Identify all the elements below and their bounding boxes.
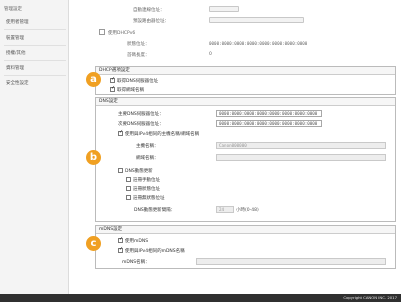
sidebar-divider — [4, 60, 66, 61]
register-manual-checkbox[interactable] — [126, 176, 131, 182]
sidebar-divider — [4, 75, 66, 76]
domain-name-label: 網域名稱： — [136, 156, 159, 161]
use-dhcpv6-checkbox[interactable] — [99, 29, 105, 35]
primary-dns-input[interactable]: 0000:0000:0000:0000:0000:0000:0000:0000 — [216, 110, 322, 117]
mdns-name-label: mDNS名稱： — [122, 260, 150, 265]
mdns-settings-panel: mDNS設定 使用mDNS 使用與IPv4相同的mDNS名稱 mDNS名稱： — [95, 225, 396, 269]
dynamic-update-label: DNS動態更新 — [125, 169, 153, 174]
get-dns-server-checkbox[interactable] — [110, 76, 115, 83]
callout-c-badge: c — [86, 236, 101, 251]
stateful-address-value: 0000:0000:0000:0000:0000:0000:0000:0000 — [209, 41, 308, 46]
dhcp-options-panel: DHCP選項設定 取得DNS伺服器位址 取得網域名稱 — [95, 66, 396, 95]
same-mdns-name-label: 使用與IPv4相同的mDNS名稱 — [125, 249, 185, 254]
update-interval-input[interactable]: 24 — [216, 206, 234, 213]
prefix-length-label: 首碼長度： — [127, 53, 150, 58]
same-as-ipv4-label: 使用與IPv4相同的主機名稱/網域名稱 — [125, 132, 200, 137]
stateful-address-label: 狀態位址： — [127, 42, 150, 47]
secondary-dns-input[interactable]: 0000:0000:0000:0000:0000:0000:0000:0000 — [216, 120, 322, 127]
sidebar-item-device-management[interactable]: 裝置管理 — [6, 35, 66, 41]
register-manual-label: 註冊手動位址 — [133, 178, 160, 183]
sidebar-item-security-settings[interactable]: 安全性設定 — [6, 80, 66, 86]
ipv6-settings-area: 自動連線位址： 預設路由器位址： 使用DHCPv6 狀態位址： 0000:000… — [69, 0, 401, 66]
sidebar-divider — [4, 45, 66, 46]
callout-b-badge: b — [86, 150, 101, 165]
get-domain-name-checkbox[interactable] — [110, 85, 115, 92]
secondary-dns-label: 次要DNS伺服器位址： — [118, 122, 164, 127]
default-router-field — [209, 17, 304, 23]
primary-dns-label: 主要DNS伺服器位址： — [118, 112, 164, 117]
domain-name-input[interactable] — [216, 154, 386, 161]
auto-address-field — [209, 6, 239, 12]
sidebar-item-user-management[interactable]: 使用者管理 — [6, 19, 66, 25]
get-dns-server-option[interactable]: 取得DNS伺服器位址 — [110, 76, 159, 85]
copyright-text: Copyright CANON INC. 2017 — [343, 295, 397, 300]
mdns-settings-title: mDNS設定 — [96, 226, 395, 234]
callout-a-badge: a — [86, 72, 101, 87]
same-as-ipv4-option[interactable]: 使用與IPv4相同的主機名稱/網域名稱 — [118, 129, 200, 138]
dhcp-options-title: DHCP選項設定 — [96, 67, 395, 75]
auto-address-label: 自動連線位址： — [133, 8, 165, 13]
register-stateful-option[interactable]: 註冊狀態位址 — [126, 185, 160, 193]
get-dns-server-label: 取得DNS伺服器位址 — [117, 79, 159, 84]
host-name-input[interactable]: Canon000000 — [216, 142, 386, 149]
register-stateless-checkbox[interactable] — [126, 194, 131, 200]
register-manual-option[interactable]: 註冊手動位址 — [126, 176, 160, 184]
update-interval-unit: 小時(0-48) — [236, 208, 259, 213]
dns-settings-title: DNS設定 — [96, 98, 395, 106]
update-interval-label: DNS動態更新間隔： — [134, 208, 176, 213]
use-mdns-checkbox[interactable] — [118, 236, 123, 243]
sidebar-divider — [4, 29, 66, 30]
sidebar-title: 管理設定 — [4, 7, 22, 12]
prefix-length-value: 0 — [209, 52, 212, 57]
dynamic-update-checkbox[interactable] — [118, 167, 123, 173]
register-stateless-label: 註冊無狀態位址 — [133, 196, 165, 201]
use-mdns-option[interactable]: 使用mDNS — [118, 236, 149, 245]
use-mdns-label: 使用mDNS — [125, 239, 149, 244]
register-stateless-option[interactable]: 註冊無狀態位址 — [126, 194, 165, 202]
dynamic-update-option[interactable]: DNS動態更新 — [118, 167, 153, 175]
default-router-label: 預設路由器位址： — [133, 19, 169, 24]
host-name-label: 主機名稱： — [136, 144, 159, 149]
register-stateful-checkbox[interactable] — [126, 185, 131, 191]
same-as-ipv4-checkbox[interactable] — [118, 129, 123, 136]
sidebar-item-license-other[interactable]: 授權/其他 — [6, 50, 66, 56]
get-domain-name-option[interactable]: 取得網域名稱 — [110, 85, 144, 94]
app-window: 管理設定 使用者管理 裝置管理 授權/其他 資料管理 安全性設定 自動連線位址：… — [0, 0, 401, 302]
mdns-name-input[interactable] — [196, 258, 386, 265]
same-mdns-name-option[interactable]: 使用與IPv4相同的mDNS名稱 — [118, 246, 185, 255]
dns-settings-panel: DNS設定 主要DNS伺服器位址： 0000:0000:0000:0000:00… — [95, 97, 396, 222]
use-dhcpv6-label: 使用DHCPv6 — [108, 31, 136, 36]
sidebar-item-data-management[interactable]: 資料管理 — [6, 65, 66, 71]
get-domain-name-label: 取得網域名稱 — [117, 88, 144, 93]
same-mdns-name-checkbox[interactable] — [118, 246, 123, 253]
register-stateful-label: 註冊狀態位址 — [133, 187, 160, 192]
footer-bar: Copyright CANON INC. 2017 — [0, 294, 401, 302]
sidebar: 管理設定 使用者管理 裝置管理 授權/其他 資料管理 安全性設定 — [0, 0, 69, 302]
